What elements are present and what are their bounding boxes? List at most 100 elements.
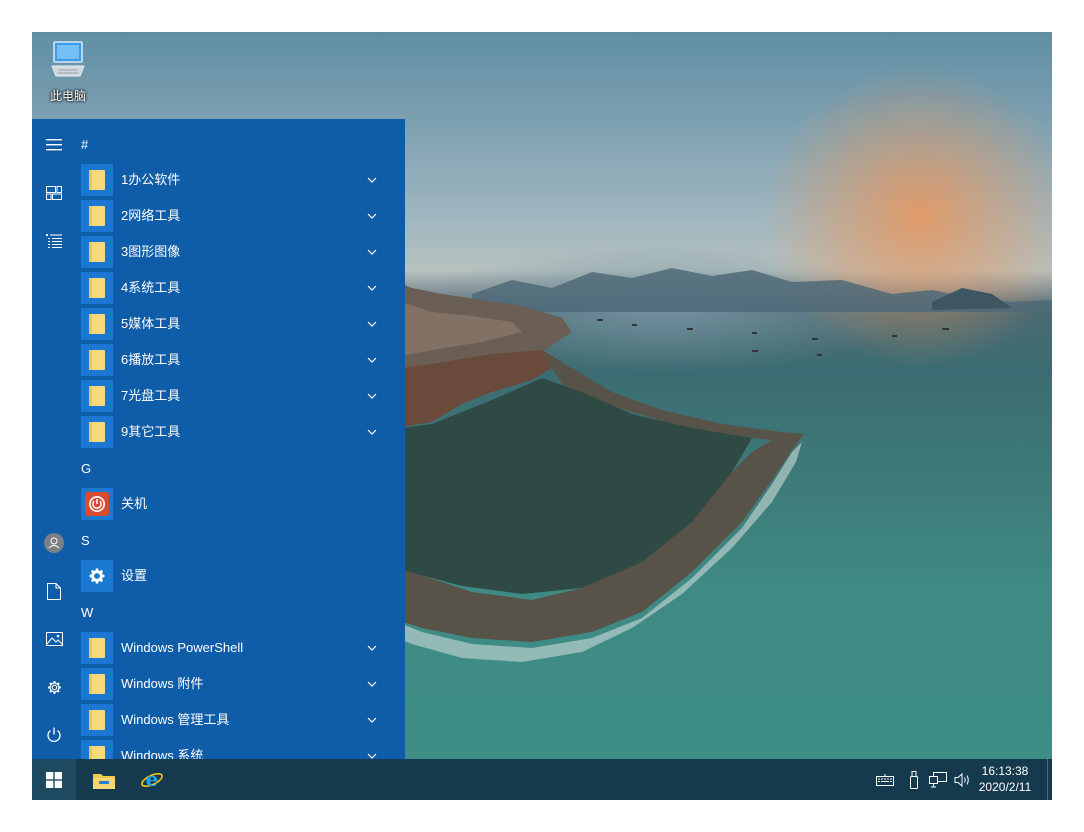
chevron-down-icon[interactable] <box>367 175 377 185</box>
group-header-s[interactable]: S <box>81 529 90 553</box>
internet-explorer-button[interactable]: e <box>130 759 174 800</box>
group-header-w[interactable]: W <box>81 601 93 625</box>
chevron-down-icon[interactable] <box>367 679 377 689</box>
group-header-g[interactable]: G <box>81 457 91 481</box>
gear-icon <box>89 568 105 584</box>
start-menu: # 1办公软件 2网络工具 3图形图像 4系统工具 5媒体工具 6播放工具 7光… <box>32 119 405 759</box>
list-icon <box>46 234 62 248</box>
tiles-icon <box>46 186 62 200</box>
hamburger-menu-button[interactable] <box>40 131 68 159</box>
chevron-down-icon[interactable] <box>367 427 377 437</box>
network-icon <box>929 772 947 788</box>
all-apps-button[interactable] <box>40 227 68 255</box>
app-folder-media[interactable]: 5媒体工具 <box>81 307 393 341</box>
svg-text:e: e <box>146 768 159 791</box>
tiles-view-button[interactable] <box>40 179 68 207</box>
app-label: 关机 <box>121 496 148 511</box>
app-tile <box>81 380 113 412</box>
app-tile <box>81 416 113 448</box>
app-folder-graphics[interactable]: 3图形图像 <box>81 235 393 269</box>
show-desktop-button[interactable] <box>1047 759 1052 800</box>
folder-icon <box>89 674 105 694</box>
app-label: 6播放工具 <box>121 352 181 367</box>
app-label: 9其它工具 <box>121 424 181 439</box>
chevron-down-icon[interactable] <box>367 355 377 365</box>
pictures-icon <box>45 632 63 646</box>
file-explorer-button[interactable] <box>82 759 126 800</box>
taskbar-clock[interactable]: 16:13:38 2020/2/11 <box>970 763 1040 795</box>
chevron-down-icon[interactable] <box>367 751 377 759</box>
chevron-down-icon[interactable] <box>367 391 377 401</box>
app-label: 3图形图像 <box>121 244 181 259</box>
app-tile <box>81 668 113 700</box>
clock-date: 2020/2/11 <box>978 780 1032 794</box>
shutdown-icon <box>85 492 109 516</box>
app-folder-other-tools[interactable]: 9其它工具 <box>81 415 393 449</box>
chevron-down-icon[interactable] <box>367 211 377 221</box>
documents-button[interactable] <box>40 577 68 605</box>
power-icon <box>47 727 61 742</box>
folder-icon <box>89 710 105 730</box>
taskbar: e 16:13:38 2020/2/11 <box>32 759 1052 800</box>
wallpaper-landscape <box>372 268 1052 662</box>
desktop: 此电脑 # 1办公软件 2网络工具 3图形图像 4系统工具 5媒体工具 6播放工… <box>32 32 1052 800</box>
power-button[interactable] <box>40 721 68 749</box>
app-folder-admin-tools[interactable]: Windows 管理工具 <box>81 703 393 737</box>
app-folder-office[interactable]: 1办公软件 <box>81 163 393 197</box>
folder-icon <box>89 386 105 406</box>
app-tile <box>81 236 113 268</box>
desktop-icon-label: 此电脑 <box>49 89 86 103</box>
usb-icon <box>910 771 918 789</box>
app-tile <box>81 632 113 664</box>
app-folder-network[interactable]: 2网络工具 <box>81 199 393 233</box>
chevron-down-icon[interactable] <box>367 283 377 293</box>
app-label: Windows 附件 <box>121 676 204 691</box>
folder-icon <box>89 350 105 370</box>
app-tile <box>81 272 113 304</box>
network-tray-button[interactable] <box>928 770 948 790</box>
chevron-down-icon[interactable] <box>367 319 377 329</box>
usb-tray-button[interactable] <box>904 770 924 790</box>
app-tile <box>81 740 113 759</box>
app-folder-system-tools[interactable]: 4系统工具 <box>81 271 393 305</box>
desktop-icon-this-pc[interactable]: 此电脑 <box>42 40 94 110</box>
app-settings[interactable]: 设置 <box>81 559 393 593</box>
folder-icon <box>89 314 105 334</box>
app-tile <box>81 704 113 736</box>
app-list: # 1办公软件 2网络工具 3图形图像 4系统工具 5媒体工具 6播放工具 7光… <box>81 119 405 759</box>
app-shutdown[interactable]: 关机 <box>81 487 393 521</box>
folder-icon <box>89 242 105 262</box>
chevron-down-icon[interactable] <box>367 715 377 725</box>
hamburger-menu-icon <box>46 139 62 151</box>
app-tile <box>81 344 113 376</box>
app-label: 5媒体工具 <box>121 316 181 331</box>
settings-icon <box>47 680 61 694</box>
app-folder-powershell[interactable]: Windows PowerShell <box>81 631 393 665</box>
app-folder-accessories[interactable]: Windows 附件 <box>81 667 393 701</box>
user-account-button[interactable] <box>40 529 68 557</box>
computer-icon <box>51 41 85 77</box>
start-button[interactable] <box>32 759 76 800</box>
app-label: 4系统工具 <box>121 280 181 295</box>
start-menu-rail <box>32 119 76 759</box>
folder-icon <box>89 422 105 442</box>
settings-rail-button[interactable] <box>40 673 68 701</box>
app-label: 1办公软件 <box>121 172 181 187</box>
file-explorer-icon <box>93 773 115 789</box>
group-header-hash[interactable]: # <box>81 133 88 157</box>
app-label: Windows 系统 <box>121 748 204 759</box>
chevron-down-icon[interactable] <box>367 247 377 257</box>
folder-icon <box>89 206 105 226</box>
app-tile <box>81 488 113 520</box>
app-tile <box>81 308 113 340</box>
app-folder-windows-system[interactable]: Windows 系统 <box>81 739 393 759</box>
keyboard-tray-button[interactable] <box>875 770 895 790</box>
keyboard-icon <box>876 774 894 786</box>
app-folder-players[interactable]: 6播放工具 <box>81 343 393 377</box>
pictures-button[interactable] <box>40 625 68 653</box>
app-tile <box>81 200 113 232</box>
app-folder-disc-tools[interactable]: 7光盘工具 <box>81 379 393 413</box>
chevron-down-icon[interactable] <box>367 643 377 653</box>
folder-icon <box>89 278 105 298</box>
app-label: 7光盘工具 <box>121 388 181 403</box>
